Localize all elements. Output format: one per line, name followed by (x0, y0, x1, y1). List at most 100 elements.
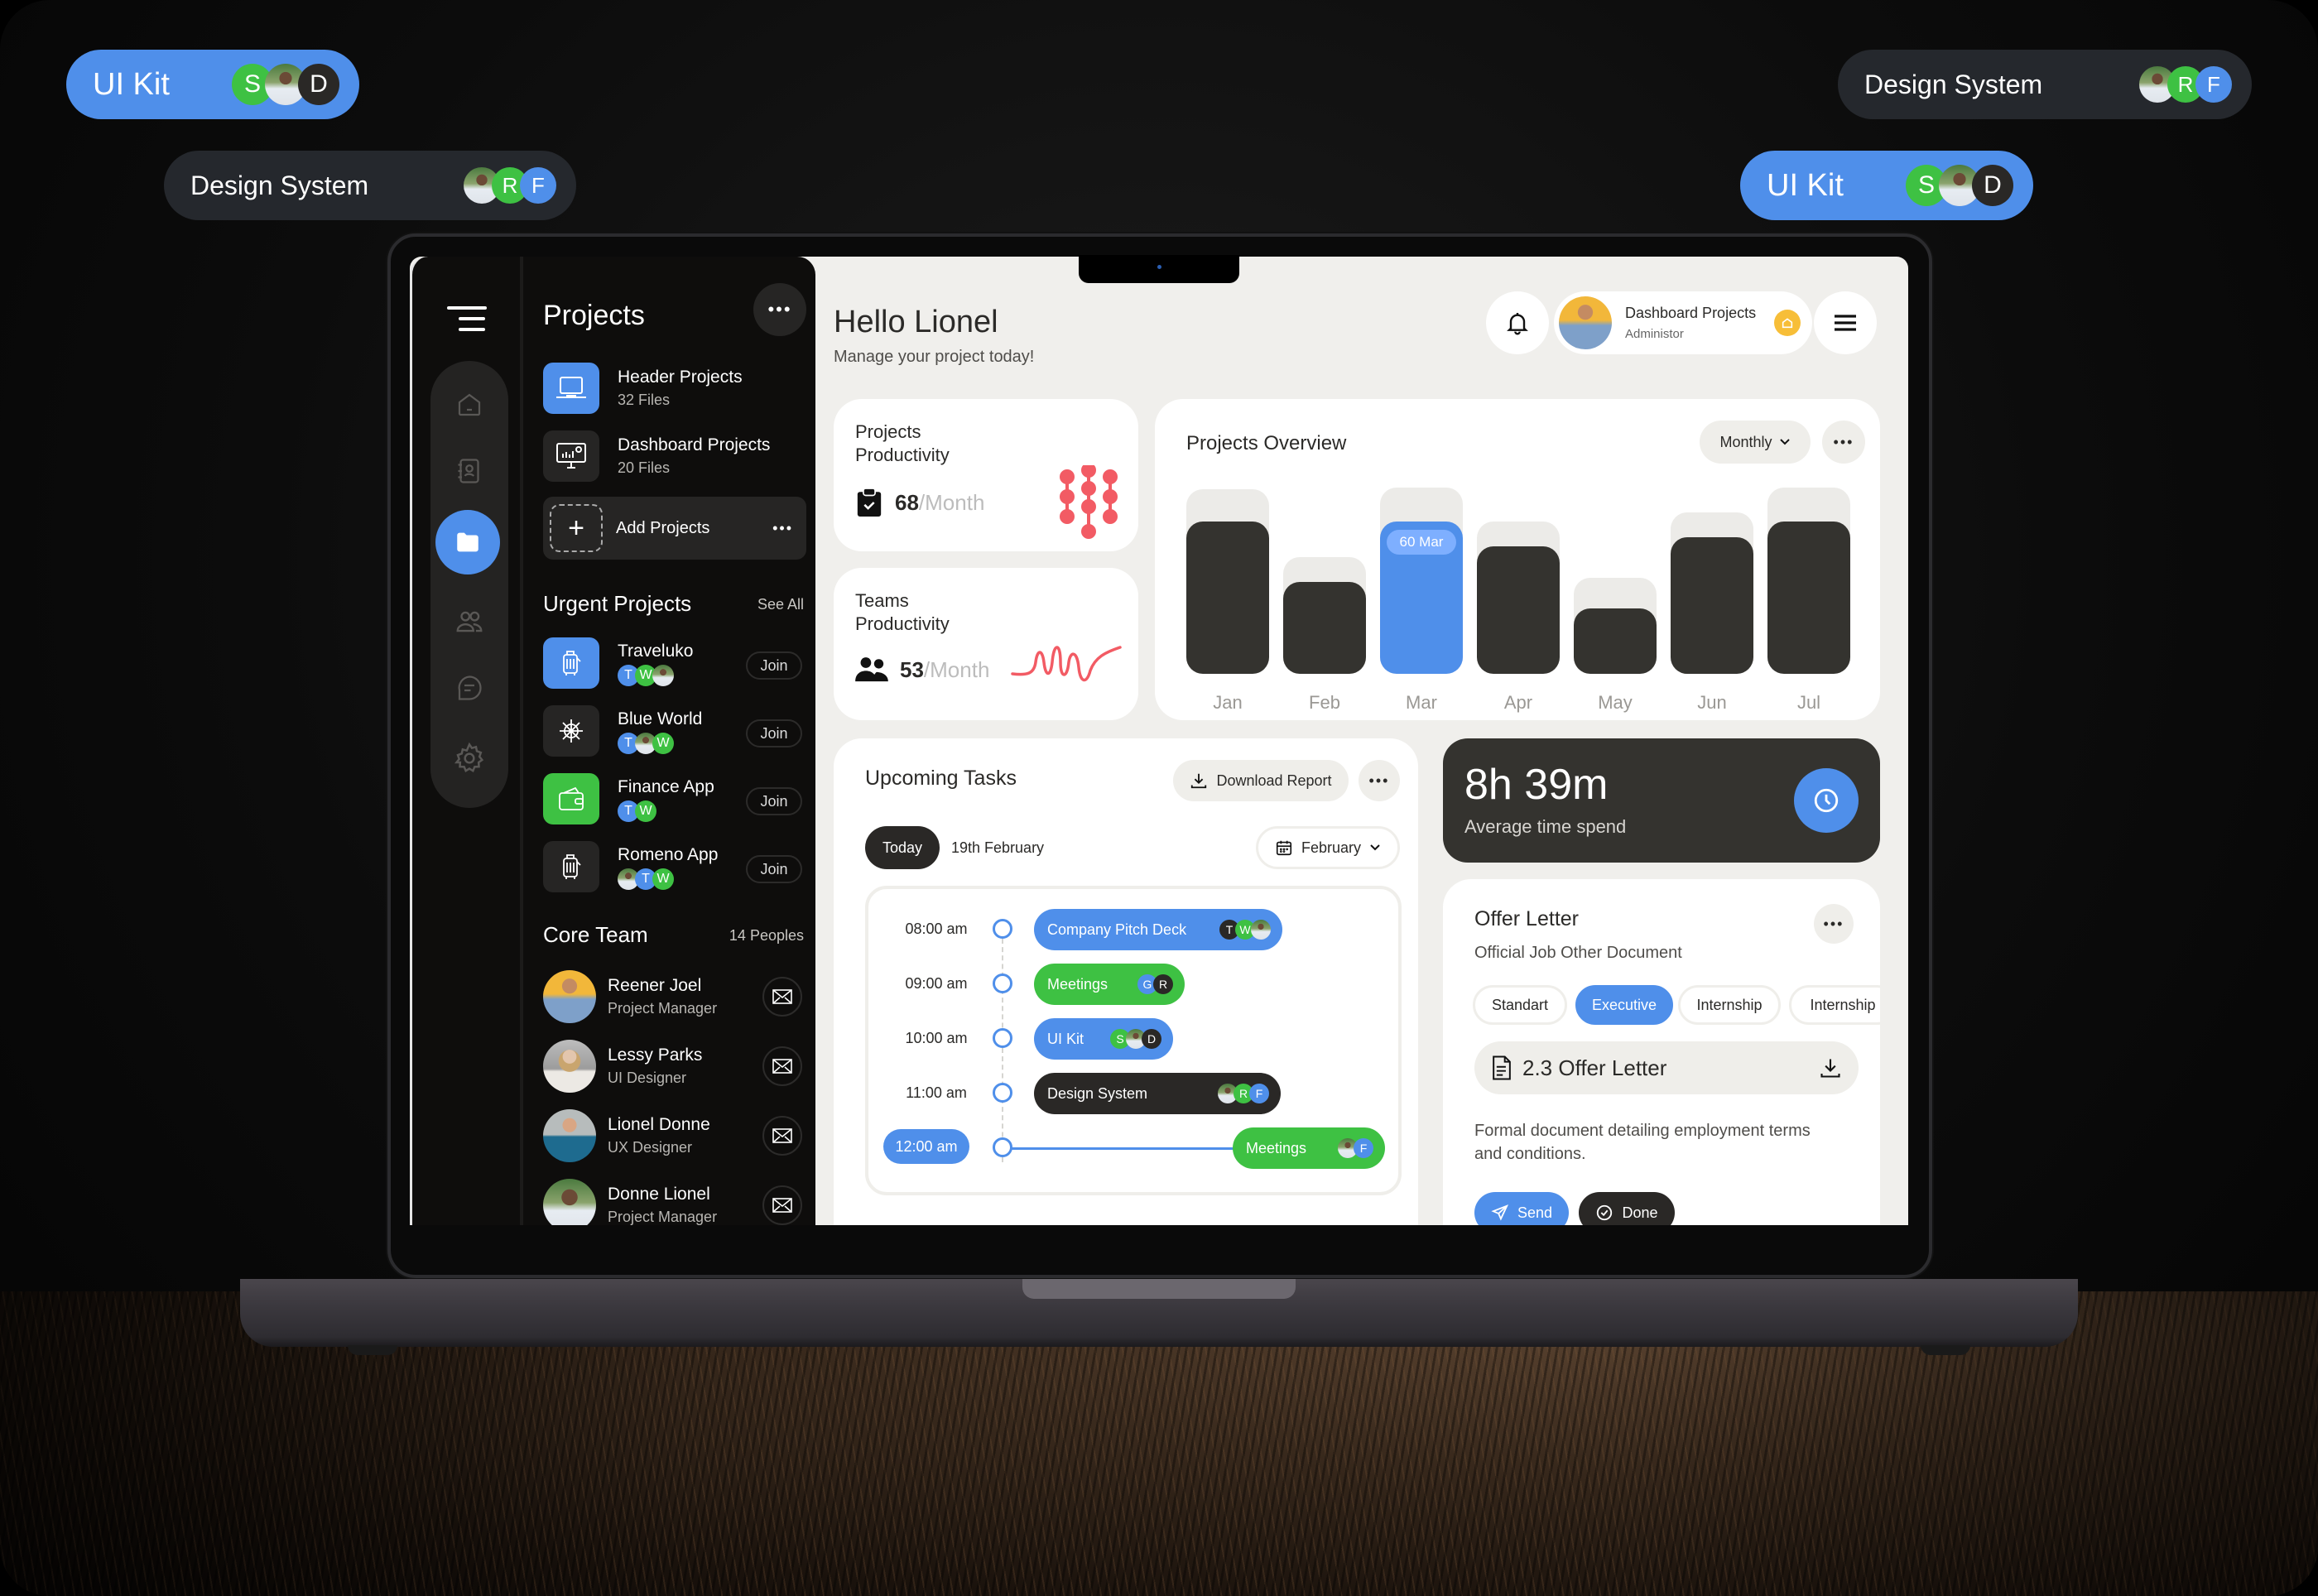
x-tick-label: Jun (1697, 692, 1727, 713)
laptop-screen: Projects ••• Header Projects 32 Files Das… (410, 257, 1908, 1225)
user-title: Dashboard Projects (1625, 305, 1757, 321)
bar-tooltip: 60 Mar (1387, 529, 1456, 555)
join-button[interactable]: Join (746, 719, 802, 748)
add-projects-more-icon[interactable]: ••• (772, 520, 793, 537)
nav-chat[interactable] (430, 667, 508, 709)
bar-apr[interactable] (1477, 546, 1560, 674)
bar-jun[interactable] (1671, 537, 1753, 674)
mail-button[interactable] (762, 1185, 802, 1225)
period-dropdown[interactable]: Monthly (1700, 421, 1811, 464)
member-name: Reener Joel (608, 976, 702, 995)
projects-more-button[interactable]: ••• (753, 283, 806, 336)
join-button[interactable]: Join (746, 787, 802, 815)
task-pill[interactable]: Design System R F (1034, 1073, 1281, 1114)
download-icon[interactable] (1819, 1056, 1842, 1079)
card-title: Teams (855, 590, 909, 611)
today-button[interactable]: Today (865, 826, 940, 869)
timeline-dot (993, 1083, 1012, 1103)
tag-standart[interactable]: Standart (1473, 985, 1567, 1025)
wallet-icon (559, 786, 584, 810)
add-projects-button[interactable]: + Add Projects ••• (543, 497, 806, 560)
tag-executive[interactable]: Executive (1575, 985, 1673, 1025)
done-button[interactable]: Done (1579, 1192, 1675, 1225)
tag-internship[interactable]: Internship (1678, 985, 1781, 1025)
task-pill[interactable]: Meetings F (1233, 1127, 1385, 1169)
urgent-item[interactable]: Finance App TW (543, 773, 714, 824)
bar-jul[interactable] (1767, 521, 1850, 674)
team-member[interactable]: Reener Joel Project Manager (543, 970, 717, 1023)
team-member[interactable]: Lessy Parks UI Designer (543, 1040, 702, 1093)
avatar-group: TW (618, 665, 693, 686)
nav-folder[interactable] (435, 510, 500, 574)
offer-subtitle: Official Job Other Document (1474, 944, 1682, 962)
projects-overview-card: Projects Overview Monthly ••• Jan Feb 60 M… (1155, 399, 1880, 720)
offer-file-row[interactable]: 2.3 Offer Letter (1474, 1041, 1859, 1094)
mail-icon (772, 1198, 792, 1213)
urgent-item[interactable]: Traveluko TW (543, 637, 693, 689)
notifications-button[interactable] (1486, 291, 1549, 354)
main-content: Hello Lionel Manage your project today! … (815, 257, 1908, 1225)
timeline-dot (993, 1028, 1012, 1048)
urgent-item[interactable]: Blue World TW (543, 705, 702, 757)
tasks-title: Upcoming Tasks (865, 767, 1017, 790)
download-report-button[interactable]: Download Report (1173, 760, 1349, 801)
ship-wheel-icon (560, 719, 583, 743)
see-all-link[interactable]: See All (757, 596, 804, 613)
user-profile-chip[interactable]: Dashboard Projects Administor (1554, 291, 1812, 354)
avatar: W (652, 868, 674, 890)
project-item-dashboard[interactable]: Dashboard Projects 20 Files (543, 430, 770, 482)
nav-home[interactable] (430, 384, 508, 425)
avatar: W (635, 800, 656, 822)
project-icon-box (543, 430, 599, 482)
month-dropdown[interactable]: February (1256, 826, 1400, 869)
offer-more-button[interactable]: ••• (1814, 904, 1854, 944)
average-time-card: 8h 39m Average time spend (1443, 738, 1880, 863)
member-name: Lionel Donne (608, 1115, 710, 1134)
task-pill[interactable]: UI Kit S D (1034, 1018, 1173, 1060)
nav-settings[interactable] (430, 738, 508, 779)
home-icon (1782, 318, 1793, 329)
chart-more-button[interactable]: ••• (1822, 421, 1865, 464)
laptop-icon (556, 377, 586, 398)
team-member[interactable]: Donne Lionel Project Manager (543, 1179, 717, 1225)
time-label: 09:00 am (905, 975, 968, 992)
member-name: Donne Lionel (608, 1185, 710, 1204)
tasks-more-button[interactable]: ••• (1359, 760, 1400, 801)
avatar-group: TW (618, 733, 702, 754)
tag-internship[interactable]: Internship (1789, 985, 1880, 1025)
team-member[interactable]: Lionel Donne UX Designer (543, 1109, 710, 1162)
offer-letter-card: Offer Letter Official Job Other Document… (1443, 879, 1880, 1225)
timeline-dot (993, 1137, 1012, 1157)
task-pill[interactable]: Meetings G R (1034, 964, 1185, 1005)
menu-button[interactable] (1814, 291, 1877, 354)
mail-button[interactable] (762, 1116, 802, 1156)
project-name: Dashboard Projects (618, 435, 771, 454)
join-button[interactable]: Join (746, 855, 802, 883)
nav-users[interactable] (430, 601, 508, 642)
avatar-group: GR (1137, 974, 1173, 994)
laptop-foot (1921, 1345, 1970, 1355)
clock-button[interactable] (1794, 768, 1859, 833)
nav-contacts[interactable] (430, 450, 508, 492)
mail-icon (772, 1128, 792, 1143)
chevron-down-icon (1779, 439, 1790, 445)
mail-button[interactable] (762, 977, 802, 1017)
join-button[interactable]: Join (746, 651, 802, 680)
task-pill[interactable]: Company Pitch Deck T W (1034, 909, 1282, 950)
bar-feb[interactable] (1283, 581, 1366, 674)
teams-productivity-card: Teams Productivity 53/Month (834, 568, 1138, 720)
urgent-item[interactable]: Romeno App TW (543, 841, 718, 892)
bar-jan[interactable] (1186, 521, 1269, 674)
bar-may[interactable] (1574, 608, 1657, 674)
menu-icon[interactable] (447, 306, 487, 339)
mail-icon (772, 989, 792, 1004)
avatar-group: SD (1906, 165, 2013, 206)
average-time-label: Average time spend (1464, 816, 1627, 837)
send-button[interactable]: Send (1474, 1192, 1569, 1225)
projects-productivity-card: Projects Productivity 68/Month (834, 399, 1138, 551)
floating-pill-design-system: Design System RF (1838, 50, 2252, 119)
mail-button[interactable] (762, 1046, 802, 1086)
monitor-chart-icon (556, 443, 586, 469)
project-icon-box (543, 363, 599, 414)
project-item-header[interactable]: Header Projects 32 Files (543, 363, 743, 414)
